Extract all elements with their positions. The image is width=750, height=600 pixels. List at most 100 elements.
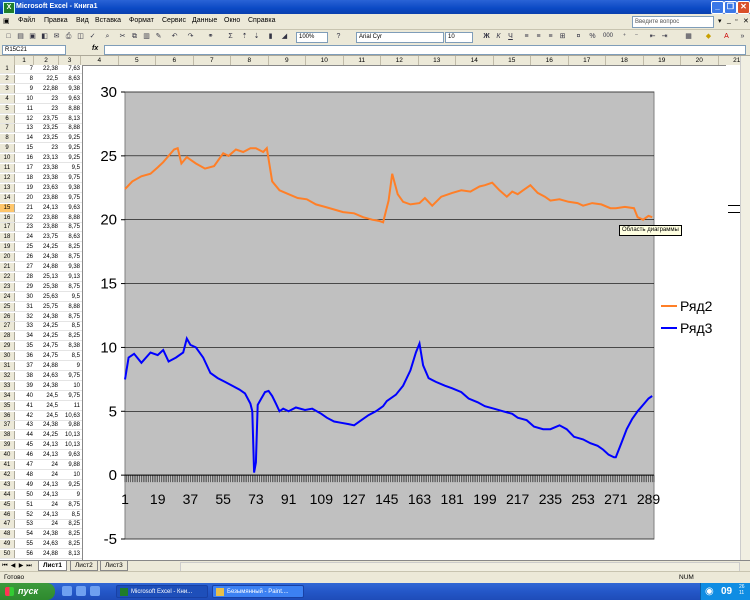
menu-insert[interactable]: Вставка (95, 17, 121, 24)
row-header[interactable]: 48 (0, 530, 15, 539)
vertical-scrollbar[interactable] (740, 56, 750, 560)
cell-col2[interactable]: 24,25 (34, 332, 58, 340)
table-row[interactable]: 23 29 25,38 8,75 (0, 282, 82, 292)
tab-sheet2[interactable]: Лист2 (70, 561, 98, 571)
table-row[interactable]: 7 13 23,25 8,88 (0, 124, 82, 134)
copy-icon[interactable]: ⧉ (130, 32, 139, 41)
cell-col3[interactable]: 8,25 (59, 540, 80, 548)
cell-col1[interactable]: 55 (15, 540, 33, 548)
cell-col3[interactable]: 8,75 (59, 253, 80, 261)
column-header[interactable]: 19 (644, 56, 681, 65)
column-header[interactable]: 4 (81, 56, 119, 65)
cell-col2[interactable]: 24,5 (34, 412, 58, 420)
cell-col3[interactable]: 8,88 (59, 105, 80, 113)
cell-col2[interactable]: 23,38 (34, 174, 58, 182)
row-header[interactable]: 46 (0, 510, 15, 519)
zoom-select[interactable]: 100% (296, 32, 328, 43)
cell-col3[interactable]: 8,13 (59, 115, 80, 123)
table-row[interactable]: 27 33 24,25 8,5 (0, 322, 82, 332)
cell-col2[interactable]: 24,88 (34, 263, 58, 271)
cell-col3[interactable]: 9,63 (59, 95, 80, 103)
cell-col1[interactable]: 23 (15, 223, 33, 231)
cell-col3[interactable]: 8,25 (59, 243, 80, 251)
cell-col3[interactable]: 10,13 (59, 441, 80, 449)
cell-col3[interactable]: 9,38 (59, 184, 80, 192)
row-header[interactable]: 18 (0, 233, 15, 242)
cell-col2[interactable]: 23,75 (34, 233, 58, 241)
cell-col1[interactable]: 44 (15, 431, 33, 439)
row-header[interactable]: 11 (0, 164, 15, 172)
cell-col1[interactable]: 13 (15, 124, 33, 132)
cell-col1[interactable]: 56 (15, 550, 33, 558)
line-chart[interactable]: -5 0 5 10 15 20 25 30 1 19 37 55 73 91 109 127 145 163 181… (83, 66, 726, 561)
table-row[interactable]: 37 43 24,38 9,88 (0, 421, 82, 431)
cell-col3[interactable]: 9,5 (59, 293, 80, 301)
help-icon[interactable]: ? (334, 32, 343, 41)
cell-col3[interactable]: 9,38 (59, 263, 80, 271)
cell-col2[interactable]: 24,5 (34, 402, 58, 410)
row-header[interactable]: 10 (0, 154, 15, 163)
column-header[interactable]: 2 (34, 56, 59, 65)
column-header[interactable]: 14 (456, 56, 494, 65)
row-header[interactable]: 17 (0, 223, 15, 232)
cell-col1[interactable]: 41 (15, 402, 33, 410)
cell-col2[interactable]: 24,25 (34, 243, 58, 251)
column-header[interactable]: 18 (606, 56, 644, 65)
table-row[interactable]: 8 14 23,25 9,25 (0, 134, 82, 144)
cell-col2[interactable]: 22,5 (34, 75, 58, 83)
first-sheet-icon[interactable]: ⏮ (2, 562, 8, 570)
cell-col3[interactable]: 8,75 (59, 501, 80, 509)
row-header[interactable]: 39 (0, 441, 15, 450)
cell-grid[interactable]: 1 7 22,38 7,63 2 8 22,5 8,63 3 9 22,88 9,38 4 10 23 9,6… (0, 65, 82, 560)
chart-area[interactable]: -5 0 5 10 15 20 25 30 1 19 37 55 73 91 109 127 145 163 181… (82, 65, 727, 562)
cell-col1[interactable]: 22 (15, 214, 33, 222)
table-row[interactable]: 21 27 24,88 9,38 (0, 263, 82, 272)
cell-col3[interactable]: 8,25 (59, 530, 80, 538)
paste-icon[interactable]: ▥ (142, 32, 151, 41)
permission-icon[interactable]: ◧ (40, 32, 49, 41)
quicklaunch-browser-icon[interactable] (76, 586, 86, 596)
table-row[interactable]: 26 32 24,38 8,75 (0, 312, 82, 322)
research-icon[interactable]: ⌕ (103, 32, 112, 41)
cut-icon[interactable]: ✂ (118, 32, 127, 41)
column-header[interactable]: 17 (569, 56, 606, 65)
fx-icon[interactable]: fx (92, 45, 98, 52)
cell-col2[interactable]: 22,38 (34, 65, 58, 73)
cell-col2[interactable]: 24,13 (34, 491, 58, 499)
cell-col1[interactable]: 21 (15, 204, 33, 212)
row-header[interactable]: 22 (0, 272, 15, 281)
align-center-icon[interactable]: ≡ (534, 32, 543, 41)
cell-col1[interactable]: 53 (15, 520, 33, 528)
minimize-button[interactable]: _ (711, 1, 724, 14)
row-header[interactable]: 27 (0, 322, 15, 331)
align-left-icon[interactable]: ≡ (522, 32, 531, 41)
cell-col1[interactable]: 51 (15, 501, 33, 509)
cell-col3[interactable]: 8,88 (59, 214, 80, 222)
cell-col3[interactable]: 9,63 (59, 204, 80, 212)
borders-icon[interactable]: ▦ (684, 32, 693, 41)
cell-col2[interactable]: 24,38 (34, 313, 58, 321)
cell-col3[interactable]: 8,63 (59, 75, 80, 83)
formula-input[interactable] (104, 45, 746, 55)
table-row[interactable]: 5 11 23 8,88 (0, 104, 82, 114)
cell-col3[interactable]: 10 (59, 471, 80, 479)
table-row[interactable]: 39 45 24,13 10,13 (0, 441, 82, 451)
font-color-icon[interactable]: A (722, 32, 731, 41)
cell-col2[interactable]: 25,63 (34, 293, 58, 301)
cell-col2[interactable]: 24,13 (34, 441, 58, 449)
cell-col1[interactable]: 52 (15, 511, 33, 519)
merge-center-icon[interactable]: ⊞ (558, 32, 567, 41)
table-row[interactable]: 19 25 24,25 8,25 (0, 243, 82, 253)
prev-sheet-icon[interactable]: ◀ (10, 562, 16, 570)
menu-window[interactable]: Окно (224, 17, 240, 24)
align-right-icon[interactable]: ≡ (546, 32, 555, 41)
cell-col3[interactable]: 8,5 (59, 322, 80, 330)
cell-col2[interactable]: 24,63 (34, 540, 58, 548)
cell-col1[interactable]: 25 (15, 243, 33, 251)
cell-col3[interactable]: 8,88 (59, 303, 80, 311)
hyperlink-icon[interactable]: ⚭ (206, 32, 215, 41)
cell-col3[interactable]: 9,75 (59, 194, 80, 202)
font-name-select[interactable]: Arial Cyr (356, 32, 444, 43)
cell-col2[interactable]: 24,25 (34, 322, 58, 330)
cell-col3[interactable]: 9,25 (59, 481, 80, 489)
